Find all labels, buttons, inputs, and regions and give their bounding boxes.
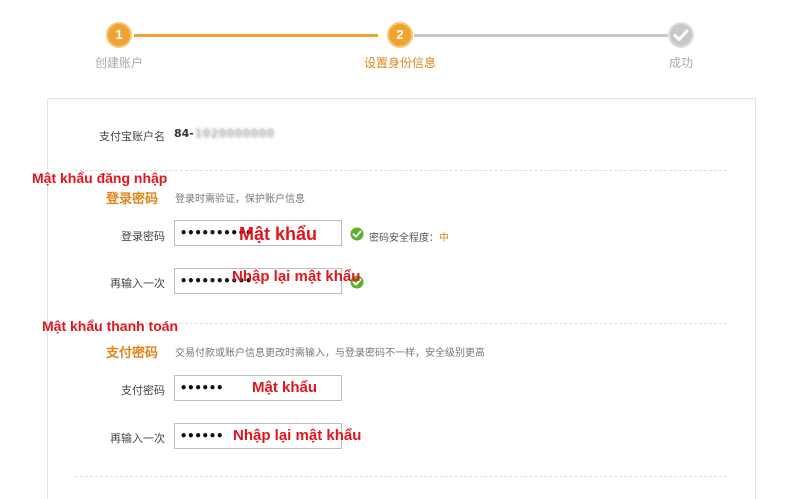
step-3-label: 成功 (668, 56, 693, 70)
annotation-payment-password: Mật khẩu thanh toán (42, 318, 179, 334)
account-name-masked: 1020000000 (195, 127, 275, 140)
step-1-label: 创建账户 (94, 56, 143, 70)
annotation-login-password: Mật khẩu đăng nhập (32, 170, 168, 186)
progress-line-pending (414, 34, 668, 37)
annotation-login-password-input: Mật khẩu (239, 224, 318, 244)
check-circle-icon (668, 22, 694, 48)
login-password-description: 登录时需验证，保护账户信息 (175, 194, 305, 205)
account-name-prefix: 84- (174, 127, 194, 140)
step-2-label: 设置身份信息 (363, 56, 436, 70)
login-confirm-label: 再输入一次 (110, 277, 165, 290)
payment-password-label: 支付密码 (121, 384, 165, 397)
annotation-payment-password-input: Mật khẩu (252, 379, 318, 396)
divider-3 (75, 476, 727, 477)
annotation-payment-confirm-input: Nhập lại mật khẩu (233, 427, 362, 444)
payment-password-title: 支付密码 (106, 346, 159, 361)
step-2-number: 2 (396, 27, 404, 42)
payment-password-description: 交易付款或账户信息更改时需输入，与登录密码不一样，安全级别更高 (175, 348, 485, 359)
annotation-login-confirm-input: Nhập lại mật khẩu (232, 268, 361, 285)
step-1-circle-icon: 1 (106, 22, 132, 48)
divider-1 (75, 170, 727, 171)
password-strength-value: 中 (439, 233, 449, 244)
password-strength-label: 密码安全程度： (369, 233, 439, 244)
progress-line-completed (134, 34, 378, 37)
login-password-label: 登录密码 (121, 230, 165, 243)
step-1-number: 1 (115, 27, 123, 42)
payment-confirm-label: 再输入一次 (110, 432, 165, 445)
step-2-circle-icon: 2 (387, 22, 413, 48)
password-strength: 密码安全程度：中 (369, 229, 449, 244)
login-password-title: 登录密码 (106, 192, 159, 207)
green-check-icon (350, 227, 364, 241)
account-name-label: 支付宝账户名 (99, 130, 165, 143)
